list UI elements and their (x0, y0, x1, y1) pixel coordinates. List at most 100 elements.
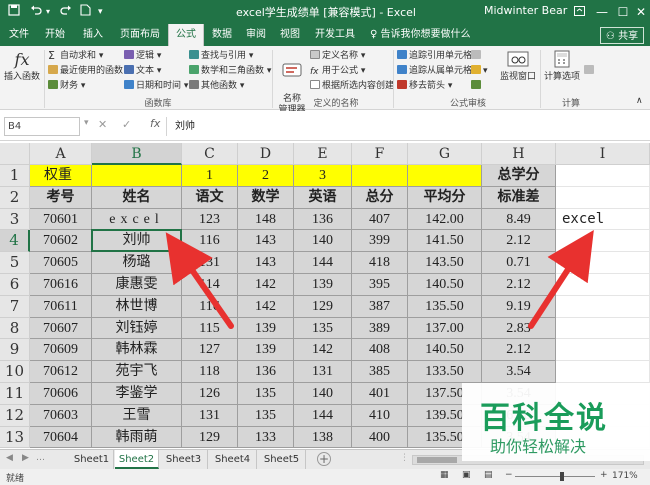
tab-home[interactable]: 开始 (40, 24, 70, 46)
cell-f8[interactable]: 389 (352, 317, 408, 340)
tab-insert[interactable]: 插入 (78, 24, 108, 46)
row-header-8[interactable]: 8 (0, 317, 30, 340)
cell-e4[interactable]: 140 (294, 230, 352, 253)
cell-c2[interactable]: 语文 (182, 186, 238, 209)
cell-e1[interactable]: 3 (294, 165, 352, 187)
financial-button[interactable]: 财务 ▾ (48, 79, 85, 93)
cell-d11[interactable]: 135 (238, 383, 294, 405)
name-box[interactable]: B4 (4, 117, 80, 136)
cell-e9[interactable]: 142 (294, 339, 352, 362)
cell-e12[interactable]: 144 (294, 404, 352, 427)
save-icon[interactable] (8, 3, 20, 21)
show-formulas-icon[interactable] (471, 49, 483, 63)
column-header-d[interactable]: D (238, 143, 294, 165)
insert-function-icon[interactable]: fx (150, 117, 160, 130)
cell-a10[interactable]: 70612 (30, 361, 92, 383)
select-all-corner[interactable] (0, 143, 30, 165)
row-header-3[interactable]: 3 (0, 208, 30, 231)
define-name-button[interactable]: 定义名称 ▾ (310, 49, 365, 63)
cell-g2[interactable]: 平均分 (408, 186, 482, 209)
cell-i1[interactable] (556, 165, 650, 187)
cell-g6[interactable]: 140.50 (408, 274, 482, 296)
row-header-13[interactable]: 13 (0, 426, 30, 449)
cell-f5[interactable]: 418 (352, 252, 408, 274)
cell-c9[interactable]: 127 (182, 339, 238, 362)
column-header-h[interactable]: H (482, 143, 556, 165)
row-header-9[interactable]: 9 (0, 339, 30, 362)
sheet-tab-5[interactable]: Sheet5 (258, 450, 306, 469)
column-header-a[interactable]: A (30, 143, 92, 165)
next-sheet-icon[interactable]: ▶ (22, 453, 29, 463)
cell-f13[interactable]: 400 (352, 426, 408, 449)
tab-file[interactable]: 文件 (4, 24, 34, 46)
zoom-in-icon[interactable]: + (600, 470, 608, 480)
other-functions-button[interactable]: 其他函数 ▾ (189, 79, 244, 93)
calculate-now-icon[interactable] (584, 64, 596, 78)
cell-i2[interactable] (556, 186, 650, 209)
user-name[interactable]: Midwinter Bear (484, 4, 567, 17)
column-header-e[interactable]: E (294, 143, 352, 165)
cell-g1[interactable] (408, 165, 482, 187)
cell-c3[interactable]: 123 (182, 208, 238, 231)
cell-f1[interactable] (352, 165, 408, 187)
name-box-dropdown-icon[interactable]: ▾ (84, 118, 89, 128)
math-button[interactable]: 数学和三角函数 ▾ (189, 64, 271, 78)
cell-e13[interactable]: 138 (294, 426, 352, 449)
cell-d4[interactable]: 143 (238, 230, 294, 253)
row-header-12[interactable]: 12 (0, 404, 30, 427)
tab-page-layout[interactable]: 页面布局 (116, 24, 164, 46)
cell-b8[interactable]: 刘钰婷 (92, 317, 182, 340)
cell-a3[interactable]: 70601 (30, 208, 92, 231)
cell-b6[interactable]: 康惠雯 (92, 274, 182, 296)
cell-c1[interactable]: 1 (182, 165, 238, 187)
zoom-slider-knob[interactable] (560, 472, 564, 481)
cell-a1[interactable]: 权重 (30, 165, 92, 187)
row-header-6[interactable]: 6 (0, 274, 30, 296)
cell-e6[interactable]: 139 (294, 274, 352, 296)
formula-input[interactable]: 刘帅 (166, 117, 646, 136)
cell-b12[interactable]: 王雪 (92, 404, 182, 427)
cell-d6[interactable]: 142 (238, 274, 294, 296)
cell-b7[interactable]: 林世博 (92, 295, 182, 318)
cell-e10[interactable]: 131 (294, 361, 352, 383)
cell-f2[interactable]: 总分 (352, 186, 408, 209)
add-sheet-icon[interactable]: + (317, 452, 331, 466)
cell-c11[interactable]: 126 (182, 383, 238, 405)
redo-icon[interactable] (60, 3, 72, 21)
cell-d8[interactable]: 139 (238, 317, 294, 340)
cell-i5[interactable] (556, 252, 650, 274)
close-icon[interactable]: ✕ (630, 2, 650, 22)
cell-i9[interactable] (556, 339, 650, 362)
cell-c12[interactable]: 131 (182, 404, 238, 427)
lookup-button[interactable]: 查找与引用 ▾ (189, 49, 253, 63)
normal-view-icon[interactable]: ▦ (440, 470, 449, 480)
cell-b1[interactable] (92, 165, 182, 187)
cell-e7[interactable]: 129 (294, 295, 352, 318)
more-sheets-icon[interactable]: … (36, 453, 45, 463)
scrollbar-thumb[interactable] (417, 457, 457, 463)
trace-dependents-button[interactable]: 追踪从属单元格 (397, 64, 472, 78)
cell-f7[interactable]: 387 (352, 295, 408, 318)
cell-h7[interactable]: 9.19 (482, 295, 556, 318)
cell-b4[interactable]: 刘帅 (92, 230, 182, 253)
cell-f11[interactable]: 401 (352, 383, 408, 405)
tab-view[interactable]: 视图 (275, 24, 305, 46)
cell-h2[interactable]: 标准差 (482, 186, 556, 209)
cell-a13[interactable]: 70604 (30, 426, 92, 449)
cell-c5[interactable]: 131 (182, 252, 238, 274)
tab-splitter-icon[interactable]: ⋮ (400, 453, 409, 463)
remove-arrows-button[interactable]: 移去箭头 ▾ (397, 79, 452, 93)
cell-g10[interactable]: 133.50 (408, 361, 482, 383)
column-header-g[interactable]: G (408, 143, 482, 165)
cell-a6[interactable]: 70616 (30, 274, 92, 296)
cell-b5[interactable]: 杨璐 (92, 252, 182, 274)
row-header-5[interactable]: 5 (0, 252, 30, 274)
cell-a7[interactable]: 70611 (30, 295, 92, 318)
share-button[interactable]: ⚇ 共享 (600, 27, 644, 44)
use-in-formula-button[interactable]: fx 用于公式 ▾ (310, 64, 365, 78)
cell-g9[interactable]: 140.50 (408, 339, 482, 362)
cell-h5[interactable]: 0.71 (482, 252, 556, 274)
cell-f3[interactable]: 407 (352, 208, 408, 231)
cell-h1[interactable]: 总学分 (482, 165, 556, 187)
datetime-button[interactable]: 日期和时间 ▾ (124, 79, 188, 93)
